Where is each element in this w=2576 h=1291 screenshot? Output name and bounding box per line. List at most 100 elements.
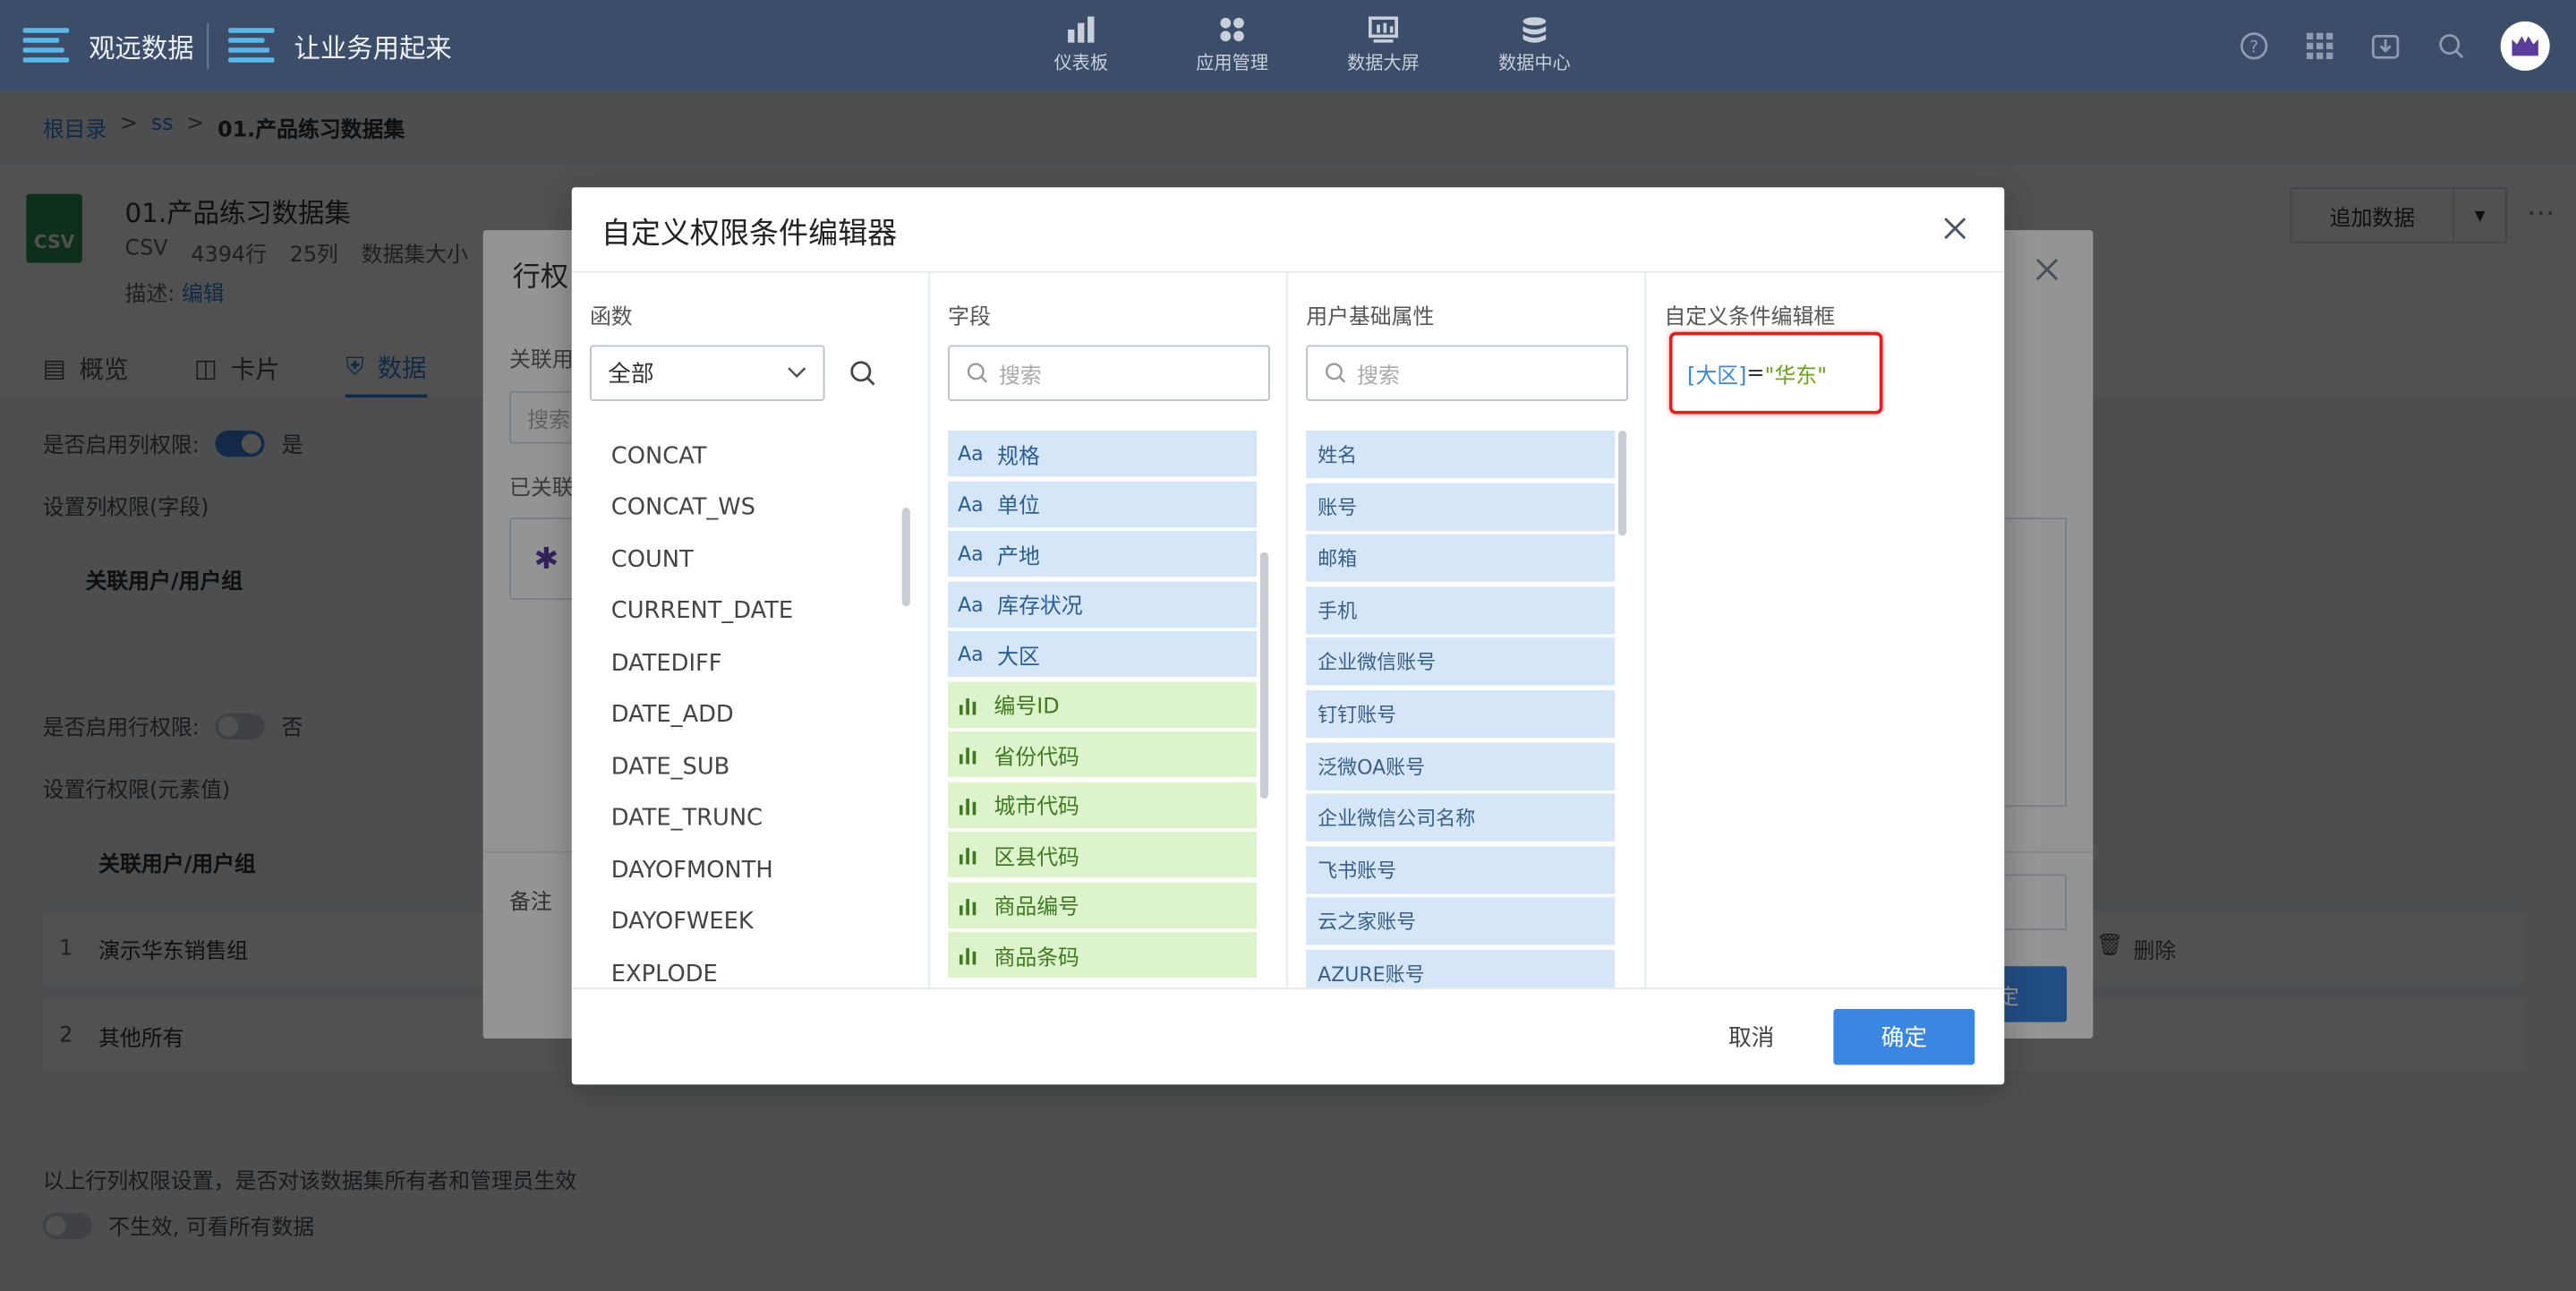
function-item[interactable]: CONCAT_WS (590, 483, 885, 534)
function-item[interactable]: DATEDIFF (590, 637, 885, 689)
field-item[interactable]: 商品编号 (948, 881, 1258, 928)
attribute-item[interactable]: 邮箱 (1306, 534, 1616, 583)
field-item[interactable]: Aa 产地 (948, 530, 1258, 577)
field-label: 省份代码 (994, 745, 1079, 770)
field-label: 区县代码 (994, 845, 1079, 870)
field-label: 城市代码 (994, 795, 1079, 820)
numeric-type-icon (959, 697, 977, 714)
search-icon[interactable] (848, 358, 877, 388)
nav-label: 数据大屏 (1347, 51, 1420, 73)
fields-title: 字段 (948, 305, 991, 330)
attribute-item[interactable]: 云之家账号 (1306, 897, 1616, 946)
confirm-button[interactable]: 确定 (1833, 1008, 1975, 1065)
field-label: 单位 (997, 494, 1040, 520)
custom-condition-editor-modal: 自定义权限条件编辑器 函数 全部 CONCAT CONCAT_WS COUNT … (571, 187, 2005, 1085)
attribute-item[interactable]: AZURE账号 (1306, 949, 1616, 988)
brand-slogan: 让业务用起来 (294, 31, 452, 64)
attribute-item[interactable]: 账号 (1306, 482, 1616, 531)
brand-name: 观远数据 (89, 31, 194, 64)
condition-editor[interactable]: [大区] = "华东" (1668, 331, 1883, 415)
field-item[interactable]: Aa 规格 (948, 430, 1258, 477)
app-root: 观远数据 让业务用起来 仪表板 应用管理 数据大屏 数据中心 ? 根目录 > s… (0, 0, 2576, 1291)
modal-footer: 取消 确定 (571, 987, 2005, 1084)
avatar[interactable] (2500, 20, 2550, 71)
help-icon[interactable]: ? (2238, 29, 2271, 62)
brand-logo-2[interactable]: 让业务用起来 (228, 0, 452, 90)
attribute-item[interactable]: 泛微OA账号 (1306, 741, 1616, 791)
nav-dashboard[interactable]: 仪表板 (1005, 0, 1156, 90)
nav-label: 仪表板 (1053, 51, 1109, 73)
user-attributes-title: 用户基础属性 (1306, 305, 1435, 330)
brand-divider (207, 22, 209, 70)
nav-label: 应用管理 (1196, 51, 1269, 73)
condition-editor-panel: 自定义条件编辑框 [大区] = "华东" (1646, 273, 2004, 987)
nav-bigscreen[interactable]: 数据大屏 (1308, 0, 1459, 90)
database-icon (1523, 16, 1547, 42)
attribute-scrollbar[interactable] (1617, 430, 1627, 536)
field-search-input[interactable]: 搜索 (948, 345, 1270, 401)
text-type-icon: Aa (958, 441, 984, 466)
function-item[interactable]: DATE_SUB (590, 741, 885, 793)
field-label: 库存状况 (997, 594, 1083, 620)
field-label: 规格 (997, 444, 1040, 470)
function-item[interactable]: DAYOFMONTH (590, 844, 885, 896)
function-scrollbar[interactable] (901, 508, 910, 607)
functions-title: 函数 (589, 305, 633, 330)
field-item[interactable]: 商品条码 (948, 931, 1258, 979)
field-item[interactable]: Aa 大区 (948, 630, 1258, 678)
field-item[interactable]: Aa 库存状况 (948, 580, 1258, 628)
function-item[interactable]: DAYOFWEEK (590, 896, 885, 948)
attribute-search-input[interactable]: 搜索 (1306, 345, 1628, 401)
dashboard-icon (1068, 15, 1095, 42)
expr-value: "华东" (1764, 363, 1828, 389)
attribute-item[interactable]: 钉钉账号 (1306, 689, 1616, 739)
attribute-list: 姓名 账号 邮箱 手机 企业微信账号 钉钉账号 泛微OA账号 企业微信公司名称 … (1306, 430, 1616, 988)
function-item[interactable]: CURRENT_DATE (590, 586, 885, 637)
field-item[interactable]: 省份代码 (948, 731, 1258, 778)
text-type-icon: Aa (958, 492, 984, 516)
bigscreen-icon (1368, 15, 1399, 42)
text-type-icon: Aa (958, 642, 984, 666)
functions-panel: 函数 全部 CONCAT CONCAT_WS COUNT CURRENT_DAT… (572, 272, 930, 988)
field-item[interactable]: 城市代码 (948, 781, 1258, 828)
function-category-select[interactable]: 全部 (589, 345, 825, 401)
field-item[interactable]: 编号ID (948, 680, 1258, 728)
attribute-item[interactable]: 姓名 (1306, 430, 1616, 479)
modal-header: 自定义权限条件编辑器 (571, 187, 2005, 273)
numeric-type-icon (959, 848, 977, 865)
field-list: Aa 规格 Aa 单位 Aa 产地 Aa 库存状况 Aa 大区 编号ID 省份代码 城市代… (948, 430, 1258, 982)
search-icon[interactable] (2435, 29, 2468, 62)
numeric-type-icon (959, 948, 977, 965)
brand-logo-1[interactable]: 观远数据 (22, 0, 194, 90)
field-item[interactable]: 区县代码 (948, 831, 1258, 878)
function-item[interactable]: DATE_TRUNC (590, 793, 885, 845)
attribute-item[interactable]: 手机 (1306, 586, 1616, 635)
numeric-type-icon (959, 898, 977, 915)
grid-menu-icon[interactable] (2303, 29, 2336, 62)
numeric-type-icon (959, 748, 977, 765)
svg-text:?: ? (2249, 38, 2258, 56)
search-placeholder: 搜索 (1357, 363, 1400, 389)
nav-datacenter[interactable]: 数据中心 (1459, 0, 1610, 90)
field-label: 商品条码 (994, 945, 1079, 970)
text-type-icon: Aa (958, 592, 984, 616)
field-label: 编号ID (994, 695, 1060, 720)
function-item[interactable]: CONCAT (590, 431, 885, 483)
attribute-item[interactable]: 飞书账号 (1306, 845, 1616, 894)
download-icon[interactable] (2369, 29, 2402, 62)
attribute-item[interactable]: 企业微信账号 (1306, 637, 1616, 687)
close-icon[interactable] (1942, 215, 1968, 241)
nav-apps[interactable]: 应用管理 (1156, 0, 1308, 90)
field-item[interactable]: Aa 单位 (948, 480, 1258, 527)
field-scrollbar[interactable] (1259, 551, 1269, 799)
function-item[interactable]: COUNT (590, 534, 885, 586)
attribute-item[interactable]: 企业微信公司名称 (1306, 793, 1616, 842)
cancel-button[interactable]: 取消 (1702, 1009, 1801, 1064)
function-item[interactable]: EXPLODE (590, 948, 885, 987)
apps-icon (1220, 16, 1244, 41)
logo-icon (228, 22, 275, 68)
top-navbar: 观远数据 让业务用起来 仪表板 应用管理 数据大屏 数据中心 ? (0, 0, 2576, 90)
function-item[interactable]: DATE_ADD (590, 689, 885, 741)
search-icon (1325, 363, 1346, 383)
numeric-type-icon (959, 798, 977, 815)
